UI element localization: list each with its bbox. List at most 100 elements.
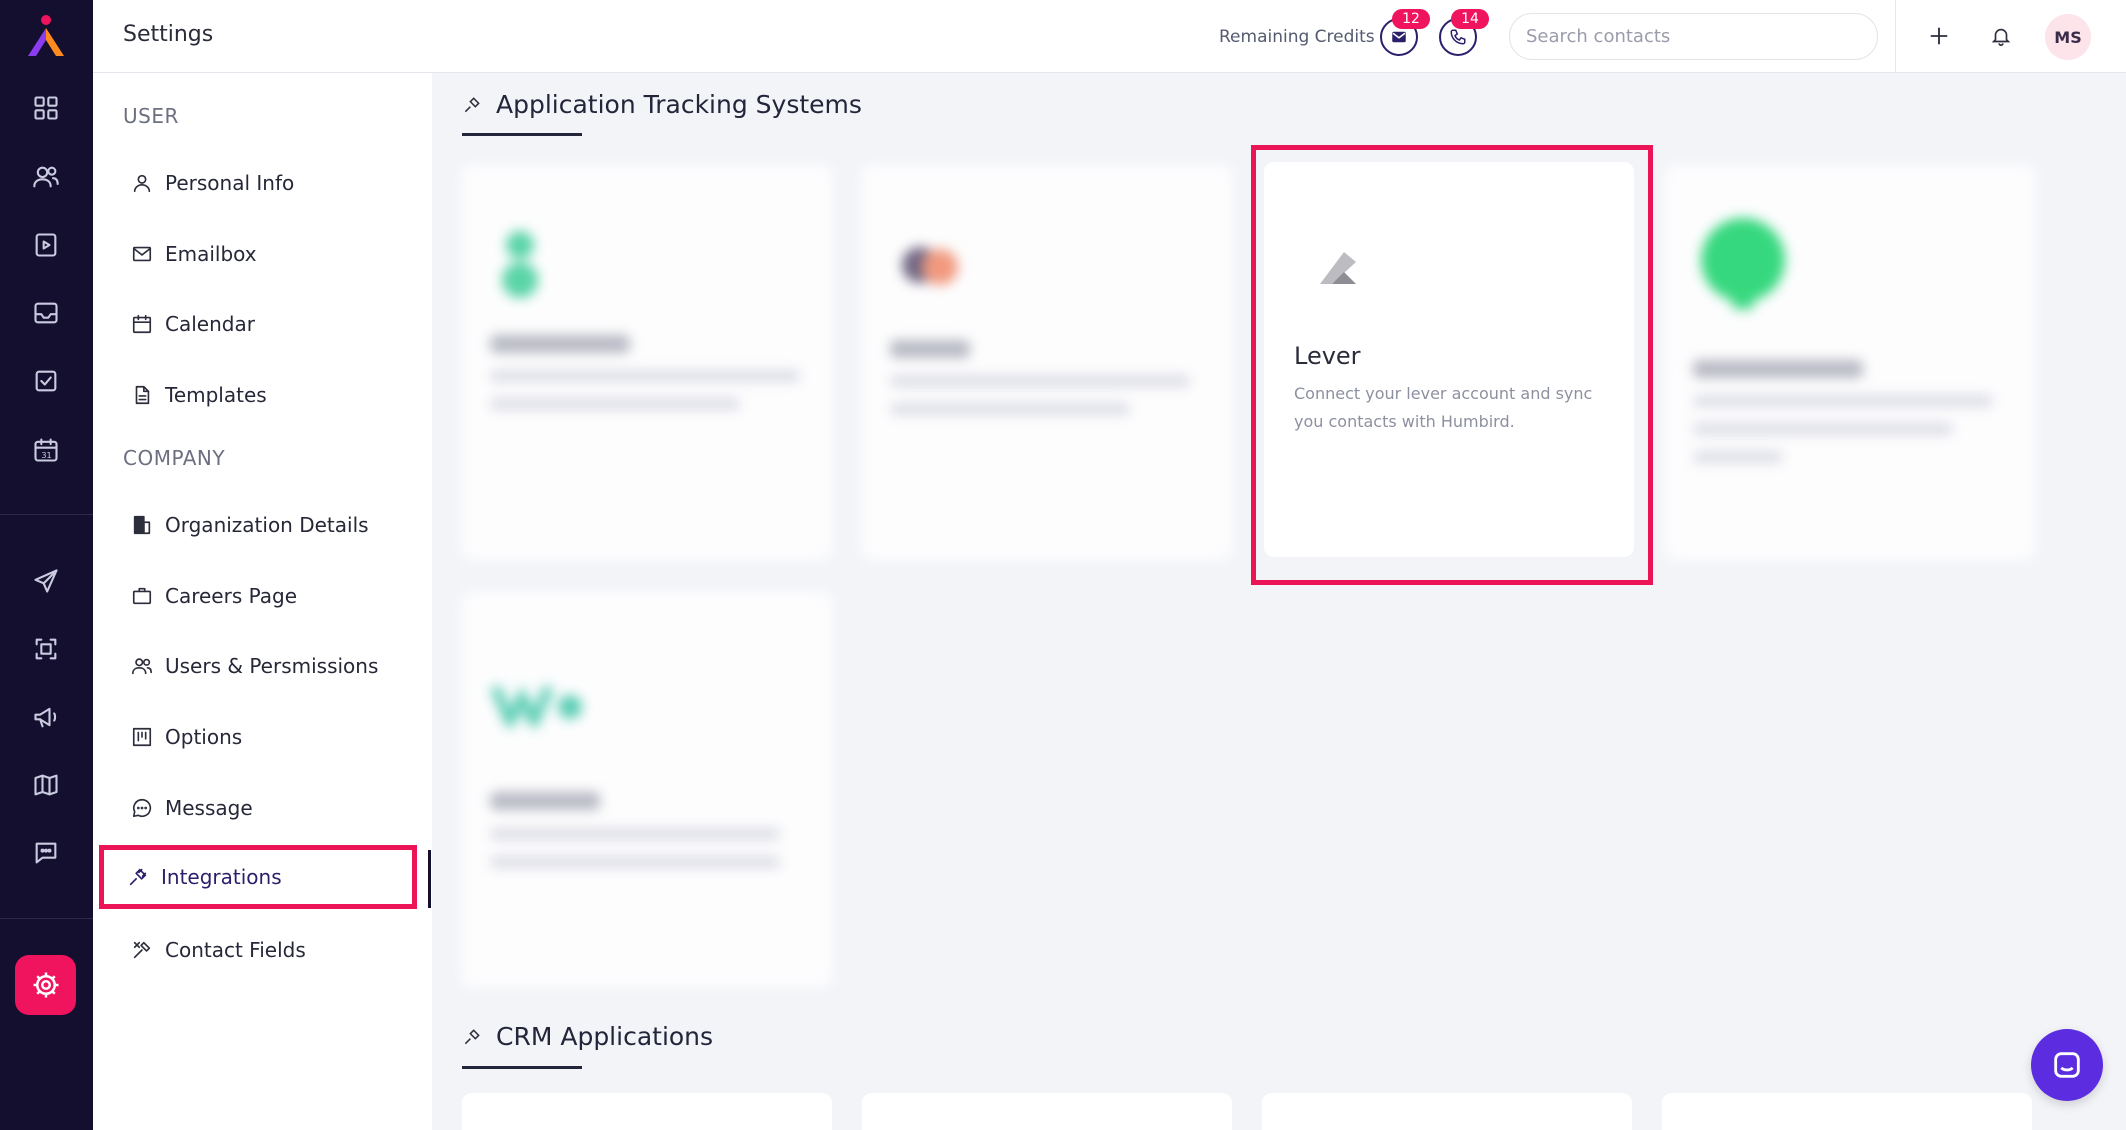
nav-item-label: Careers Page: [165, 584, 297, 608]
nav-item-personal-info[interactable]: Personal Info: [103, 156, 413, 210]
user-section-heading: USER: [123, 104, 179, 128]
integration-card-greenhouse[interactable]: [462, 165, 832, 560]
nav-item-label: Options: [165, 725, 242, 749]
crm-card[interactable]: [462, 1093, 832, 1130]
nav-item-label: Contact Fields: [165, 938, 306, 962]
company-section-heading: COMPANY: [123, 446, 225, 470]
section-underline: [462, 133, 582, 136]
nav-item-label: Calendar: [165, 312, 255, 336]
integration-card-2[interactable]: [862, 165, 1232, 560]
map-icon[interactable]: [26, 765, 66, 805]
nav-item-label: Emailbox: [165, 242, 257, 266]
integration-card-smartrecruiters[interactable]: [1665, 165, 2035, 560]
send-icon[interactable]: [26, 561, 66, 601]
call-credits-badge: 14: [1451, 9, 1489, 29]
workable-logo-icon: [490, 677, 590, 731]
chat-icon: [2050, 1048, 2084, 1082]
contacts-icon[interactable]: [26, 157, 66, 197]
ats-section-title: Application Tracking Systems: [496, 90, 862, 119]
blurred-title: [490, 792, 600, 810]
nav-item-integrations[interactable]: Integrations: [99, 845, 417, 909]
integration-logo-icon: [890, 235, 970, 299]
settings-icon[interactable]: [15, 955, 76, 1015]
video-icon[interactable]: [26, 225, 66, 265]
nav-item-label: Users & Persmissions: [165, 654, 378, 678]
nav-item-label: Personal Info: [165, 171, 294, 195]
blurred-title: [1693, 360, 1863, 378]
megaphone-icon[interactable]: [26, 697, 66, 737]
message-icon: [129, 795, 155, 821]
nav-item-emailbox[interactable]: Emailbox: [103, 227, 413, 281]
nav-item-users-permissions[interactable]: Users & Persmissions: [103, 639, 413, 693]
rail-divider: [0, 514, 93, 515]
tools-icon: [129, 937, 155, 963]
nav-item-contact-fields[interactable]: Contact Fields: [103, 923, 413, 977]
rail-divider: [0, 918, 93, 919]
calendar-icon[interactable]: 31: [26, 430, 66, 470]
person-icon: [129, 170, 155, 196]
users-icon: [129, 653, 155, 679]
settings-sidebar: USER Personal Info Emailbox Calendar Tem…: [93, 73, 432, 1130]
dashboard-icon[interactable]: [26, 88, 66, 128]
remaining-credits-label: Remaining Credits :: [1219, 27, 1386, 47]
briefcase-icon: [129, 583, 155, 609]
calendar-icon: [129, 311, 155, 337]
blurred-text: [490, 856, 780, 868]
nav-item-label: Message: [165, 796, 253, 820]
blurred-title: [490, 335, 630, 353]
plug-icon: [462, 1027, 482, 1047]
add-button[interactable]: [1919, 16, 1959, 56]
crm-section-title: CRM Applications: [496, 1022, 713, 1051]
notifications-button[interactable]: [1981, 16, 2021, 56]
phone-icon: [1449, 28, 1467, 46]
svg-text:31: 31: [41, 450, 51, 460]
crm-card[interactable]: [1262, 1093, 1632, 1130]
top-header: Settings Remaining Credits : 12 14 MS: [93, 0, 2126, 73]
mail-icon: [129, 241, 155, 267]
blurred-text: [890, 403, 1130, 415]
integration-card-workable[interactable]: [462, 592, 832, 987]
chat-icon[interactable]: [26, 833, 66, 873]
crm-section-heading: CRM Applications: [462, 1022, 713, 1051]
blurred-text: [890, 375, 1190, 387]
email-credits-button[interactable]: 12: [1380, 18, 1418, 56]
smartrecruiters-logo-icon: [1693, 215, 1793, 319]
blurred-title: [890, 340, 970, 358]
active-indicator: [428, 850, 431, 908]
support-chat-button[interactable]: [2031, 1029, 2103, 1101]
header-divider: [1895, 0, 1896, 73]
section-underline: [462, 1066, 582, 1069]
nav-item-templates[interactable]: Templates: [103, 368, 413, 422]
nav-item-label: Templates: [165, 383, 267, 407]
nav-item-message[interactable]: Message: [103, 781, 413, 835]
call-credits-button[interactable]: 14: [1439, 18, 1477, 56]
scan-icon[interactable]: [26, 629, 66, 669]
avatar[interactable]: MS: [2045, 14, 2091, 60]
blurred-text: [1693, 423, 1953, 435]
nav-item-label: Organization Details: [165, 513, 369, 537]
blurred-text: [1693, 451, 1783, 463]
nav-item-options[interactable]: Options: [103, 710, 413, 764]
crm-card[interactable]: [862, 1093, 1232, 1130]
app-logo[interactable]: [22, 14, 70, 58]
email-credits-badge: 12: [1392, 9, 1430, 29]
nav-item-calendar[interactable]: Calendar: [103, 297, 413, 351]
blurred-text: [490, 828, 780, 840]
tasks-icon[interactable]: [26, 361, 66, 401]
blurred-text: [1693, 395, 1993, 407]
greenhouse-logo-icon: [490, 220, 550, 314]
search-contacts-input[interactable]: [1509, 13, 1878, 60]
nav-item-careers-page[interactable]: Careers Page: [103, 569, 413, 623]
bell-icon: [1990, 25, 2012, 47]
nav-item-organization-details[interactable]: Organization Details: [103, 498, 413, 552]
crm-card[interactable]: [1662, 1093, 2032, 1130]
inbox-icon[interactable]: [26, 293, 66, 333]
blurred-text: [490, 398, 740, 410]
lever-highlight-frame: [1251, 145, 1653, 585]
document-icon: [129, 382, 155, 408]
plus-icon: [1928, 25, 1950, 47]
ats-section-heading: Application Tracking Systems: [462, 90, 862, 119]
icon-rail: 31: [0, 0, 93, 1130]
nav-item-label: Integrations: [161, 865, 282, 889]
building-icon: [129, 512, 155, 538]
